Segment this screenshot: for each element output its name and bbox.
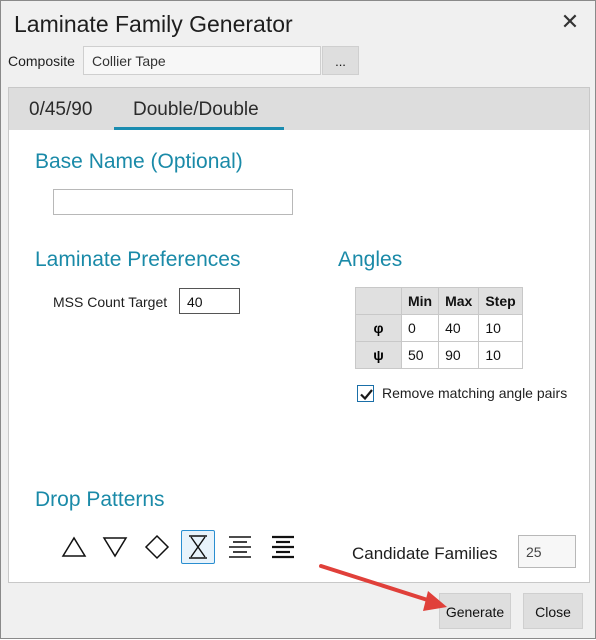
- step-column-header: Step: [478, 287, 523, 315]
- tab-strip: 0/45/90 Double/Double: [9, 88, 589, 130]
- diamond-icon[interactable]: [140, 530, 174, 564]
- candidate-families-label: Candidate Families: [352, 544, 498, 563]
- base-name-heading: Base Name (Optional): [35, 150, 243, 173]
- remove-matching-pairs-label: Remove matching angle pairs: [382, 385, 568, 401]
- triangle-up-icon[interactable]: [57, 530, 91, 564]
- mss-count-target-label: MSS Count Target: [53, 294, 168, 310]
- composite-browse-button[interactable]: ...: [322, 46, 359, 75]
- angles-table-header: Min Max Step: [355, 287, 523, 315]
- phi-step-cell[interactable]: 10: [478, 314, 523, 342]
- candidate-families-input[interactable]: 25: [518, 535, 576, 568]
- table-row: φ 0 40 10: [355, 314, 523, 342]
- laminate-preferences-heading: Laminate Preferences: [35, 248, 241, 271]
- table-row: ψ 50 90 10: [355, 341, 523, 369]
- close-icon[interactable]: ✕: [559, 11, 581, 33]
- psi-row-label: ψ: [355, 341, 402, 369]
- psi-step-cell[interactable]: 10: [478, 341, 523, 369]
- composite-field[interactable]: Collier Tape: [83, 46, 321, 75]
- laminate-family-generator-dialog: Laminate Family Generator ✕ Composite Co…: [0, 0, 596, 639]
- checkmark-icon: [360, 389, 373, 401]
- tab-0-45-90[interactable]: 0/45/90: [29, 99, 92, 121]
- triangle-down-icon[interactable]: [98, 530, 132, 564]
- phi-min-cell[interactable]: 0: [400, 314, 440, 342]
- generate-button[interactable]: Generate: [439, 593, 511, 629]
- psi-min-cell[interactable]: 50: [400, 341, 440, 369]
- dialog-title: Laminate Family Generator: [14, 11, 293, 37]
- generator-panel: 0/45/90 Double/Double Base Name (Optiona…: [8, 87, 590, 583]
- align-center-lines-icon[interactable]: [223, 530, 257, 564]
- tab-double-double[interactable]: Double/Double: [133, 99, 259, 121]
- title-bar: Laminate Family Generator ✕: [1, 1, 595, 47]
- drop-patterns-heading: Drop Patterns: [35, 488, 165, 511]
- phi-max-cell[interactable]: 40: [438, 314, 480, 342]
- min-column-header: Min: [400, 287, 440, 315]
- angles-heading: Angles: [338, 248, 403, 271]
- phi-row-label: φ: [355, 314, 402, 342]
- close-button[interactable]: Close: [523, 593, 583, 629]
- remove-matching-pairs-checkbox[interactable]: [357, 385, 374, 402]
- max-column-header: Max: [438, 287, 480, 315]
- composite-label: Composite: [8, 53, 75, 69]
- hourglass-icon[interactable]: [181, 530, 215, 564]
- angles-corner-cell: [355, 287, 402, 315]
- mss-count-target-input[interactable]: 40: [179, 288, 240, 314]
- angles-table: Min Max Step φ 0 40 10 ψ 50 90 10: [355, 287, 523, 369]
- base-name-input[interactable]: [53, 189, 293, 215]
- psi-max-cell[interactable]: 90: [438, 341, 480, 369]
- active-tab-indicator: [114, 127, 284, 130]
- align-center-lines-bold-icon[interactable]: [266, 530, 300, 564]
